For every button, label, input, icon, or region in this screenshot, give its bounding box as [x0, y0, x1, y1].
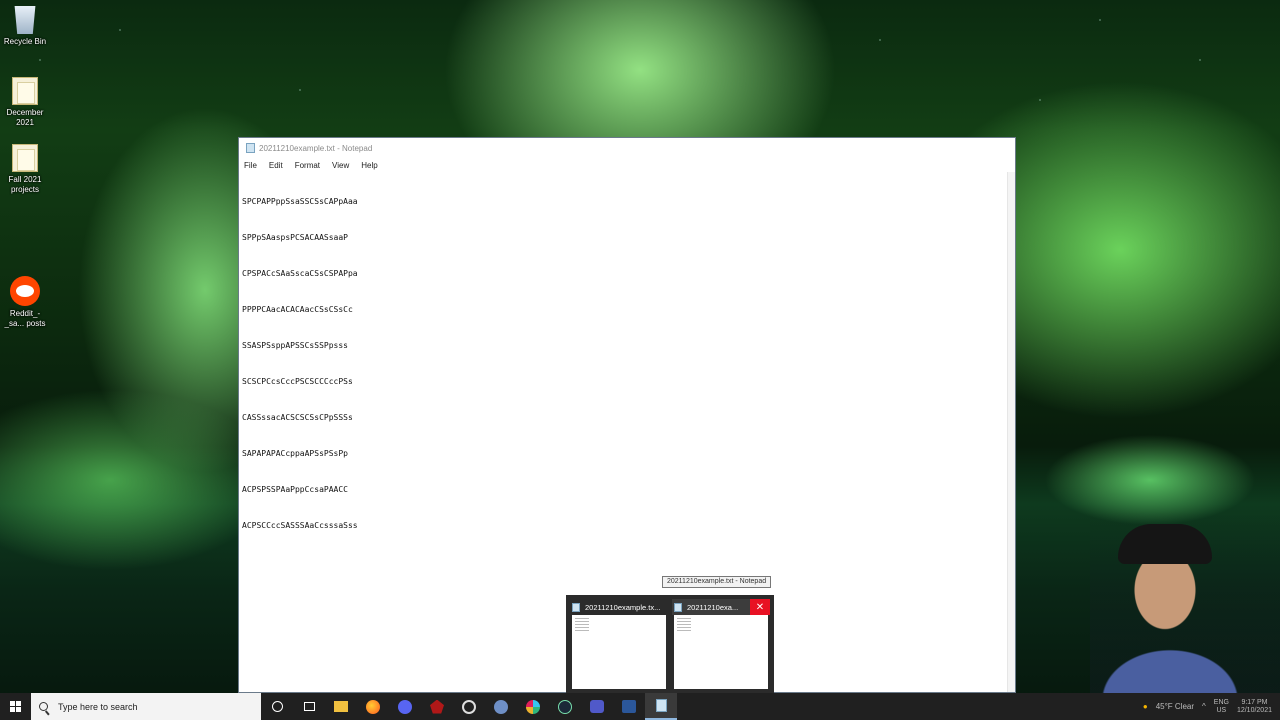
text-line: PPPPCAacACACAacCSsCSsCc — [242, 305, 353, 314]
text-line: ACPSCCccSASSSAaCcsssaSss — [242, 521, 358, 530]
desktop-icon-label: Recycle Bin — [3, 37, 47, 46]
discord-button[interactable] — [389, 693, 421, 720]
notepad-icon — [655, 699, 667, 712]
thumbnail-label: 20211210exa... — [687, 602, 739, 612]
start-button[interactable] — [0, 693, 31, 720]
window-titlebar[interactable]: 20211210example.txt - Notepad — [239, 138, 1015, 158]
text-line: SCSCPCcsCccPSCSCCCccPSs — [242, 377, 353, 386]
app-red-button[interactable] — [421, 693, 453, 720]
thumbnail-image — [674, 615, 768, 689]
language-indicator[interactable]: ENG US — [1214, 699, 1229, 715]
app-red-icon — [430, 699, 444, 714]
taskbar-thumbnail-preview: 20211210example.tx... 20211210exa... ✕ — [566, 595, 774, 693]
desktop-icon-reddit-posts[interactable]: Reddit_-_sa... posts — [2, 276, 48, 329]
desktop-icon-fall-2021-projects[interactable]: Fall 2021 projects — [2, 144, 48, 195]
cortana-icon — [271, 701, 283, 712]
file-explorer-icon — [334, 701, 348, 712]
r-button[interactable] — [485, 693, 517, 720]
firefox-icon — [366, 699, 380, 714]
weather-text[interactable]: 45°F Clear — [1156, 702, 1194, 711]
menu-help[interactable]: Help — [361, 161, 377, 170]
cortana-button[interactable] — [261, 693, 293, 720]
text-line: SSASPSsppAPSSCsSSPpsss — [242, 341, 348, 350]
system-tray: ● 45°F Clear ^ ENG US 9:17 PM 12/10/2021 — [1143, 699, 1280, 715]
close-icon[interactable]: ✕ — [750, 599, 770, 615]
menu-edit[interactable]: Edit — [269, 161, 283, 170]
task-view-button[interactable] — [293, 693, 325, 720]
notepad-taskbar-button[interactable] — [645, 693, 677, 720]
text-line: SPCPAPPppSsaSSCSsCAPpAaa — [242, 197, 358, 206]
desktop-icon-label: December 2021 — [6, 108, 44, 127]
windows-icon — [10, 701, 21, 712]
menu-format[interactable]: Format — [295, 161, 320, 170]
discord-icon — [398, 699, 412, 714]
teams-button[interactable] — [581, 693, 613, 720]
teams-icon — [590, 700, 604, 713]
slack-button[interactable] — [517, 693, 549, 720]
window-title: 20211210example.txt - Notepad — [259, 143, 373, 153]
clock[interactable]: 9:17 PM 12/10/2021 — [1237, 699, 1272, 715]
app-circle-button[interactable] — [453, 693, 485, 720]
search-placeholder: Type here to search — [58, 701, 138, 712]
r-icon — [494, 699, 508, 714]
text-line: SAPAPAPACcppaAPSsPSsPp — [242, 449, 348, 458]
firefox-button[interactable] — [357, 693, 389, 720]
chevron-up-icon[interactable]: ^ — [1202, 702, 1206, 711]
file-explorer-button[interactable] — [325, 693, 357, 720]
notepad-icon — [674, 602, 682, 612]
text-line: ACPSPSSPAaPppCcsaPAACC — [242, 485, 348, 494]
thumbnail-window-2[interactable]: 20211210exa... ✕ — [672, 599, 770, 689]
vertical-scrollbar[interactable] — [1007, 172, 1015, 692]
steam-icon — [558, 699, 572, 714]
text-line: CPSPACcSAaSscaCSsCSPAPpa — [242, 269, 358, 278]
folder-icon — [12, 77, 38, 105]
task-view-icon — [303, 702, 315, 711]
search-box[interactable]: Type here to search — [31, 693, 261, 720]
app-circle-icon — [462, 699, 476, 714]
steam-button[interactable] — [549, 693, 581, 720]
weather-icon: ● — [1142, 702, 1148, 711]
notepad-icon — [572, 602, 580, 612]
menu-bar: File Edit Format View Help — [239, 158, 1015, 172]
slack-icon — [526, 699, 540, 714]
thumbnail-window-1[interactable]: 20211210example.tx... — [570, 599, 668, 689]
taskbar: Type here to search ● 45°F Clear ^ ENG US… — [0, 693, 1280, 720]
desktop-icon-december-2021[interactable]: December 2021 — [2, 77, 48, 128]
thumbnail-image — [572, 615, 666, 689]
word-button[interactable] — [613, 693, 645, 720]
text-line: SPPpSAaspsPCSACAASsaaP — [242, 233, 348, 242]
reddit-icon — [10, 276, 40, 306]
desktop-icon-label: Fall 2021 projects — [8, 175, 42, 194]
menu-file[interactable]: File — [244, 161, 257, 170]
text-line: CASSssacACSCSCSsCPpSSSs — [242, 413, 353, 422]
folder-icon — [12, 144, 38, 172]
webcam-overlay — [1090, 510, 1280, 693]
notepad-icon — [246, 143, 255, 153]
thumbnail-label: 20211210example.tx... — [585, 602, 661, 612]
word-icon — [622, 700, 636, 713]
thumbnail-tooltip: 20211210example.txt - Notepad — [662, 576, 772, 588]
menu-view[interactable]: View — [332, 161, 349, 170]
desktop-icon-label: Reddit_-_sa... posts — [4, 309, 46, 328]
desktop-icon-recycle-bin[interactable]: Recycle Bin — [2, 6, 48, 47]
recycle-bin-icon — [14, 6, 36, 34]
search-icon — [39, 702, 48, 711]
